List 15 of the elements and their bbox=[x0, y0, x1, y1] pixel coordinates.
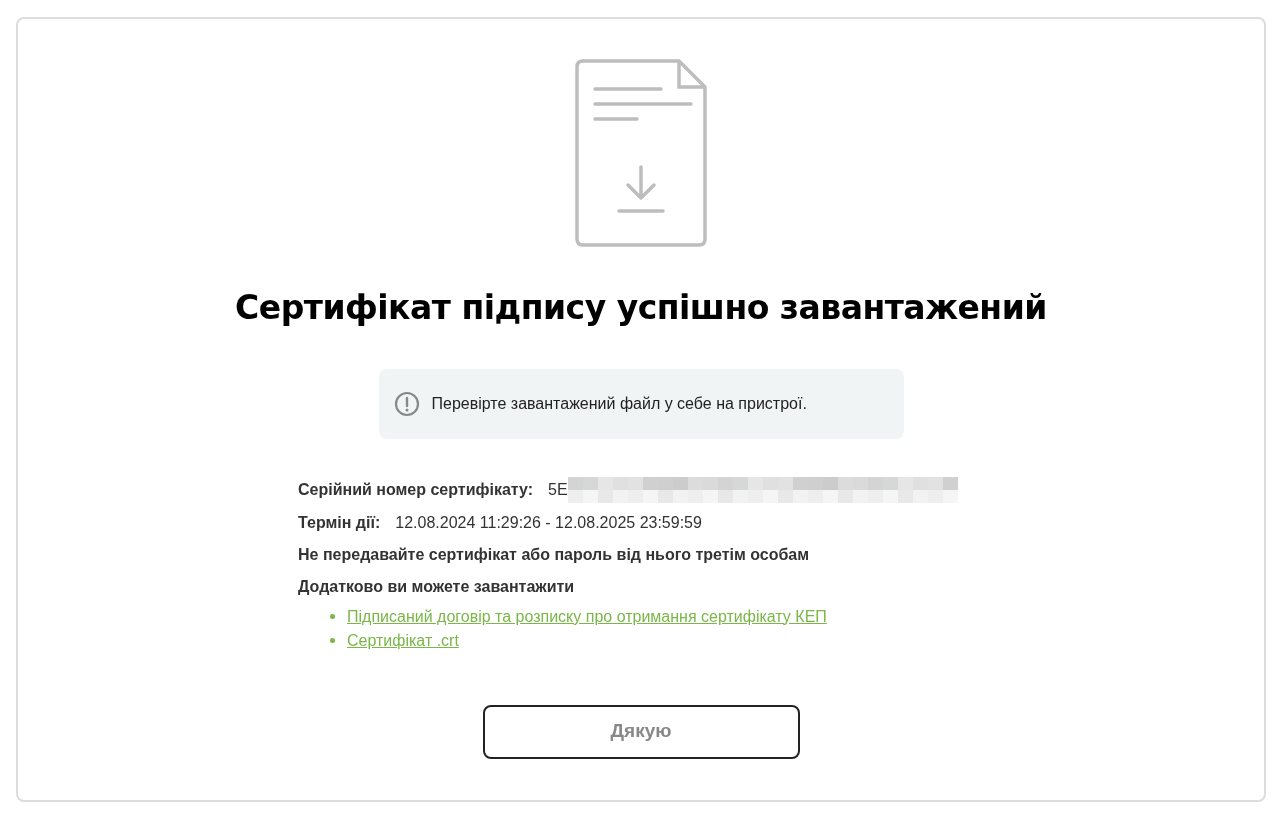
serial-number: 5E bbox=[548, 479, 568, 500]
download-link[interactable]: Сертифікат .crt bbox=[347, 628, 459, 653]
info-icon bbox=[393, 390, 420, 417]
bullet-icon bbox=[330, 638, 335, 643]
detail-label: Серійний номер сертифікату: bbox=[298, 479, 534, 500]
download-link[interactable]: Підписаний договір та розписку про отримання сертифікату КЕП bbox=[347, 604, 827, 629]
page-title: Сертифікат підпису успішно завантажений bbox=[235, 287, 1047, 329]
downloads-heading: Додатково ви можете завантажити bbox=[298, 576, 576, 597]
thanks-button[interactable]: Дякую bbox=[482, 704, 800, 759]
warning-text: Не передавайте сертифікат або пароль від нього третім особам bbox=[298, 544, 811, 565]
validity-period: 12.08.2024 11:29:26 - 12.08.2025 23:59:59 bbox=[395, 512, 702, 533]
detail-label: Термін дії: bbox=[298, 512, 381, 533]
bullet-icon bbox=[330, 614, 335, 619]
notice-text: Перевірте завантажений файл у себе на пристрої. bbox=[431, 393, 807, 414]
document-download-icon bbox=[575, 59, 707, 247]
